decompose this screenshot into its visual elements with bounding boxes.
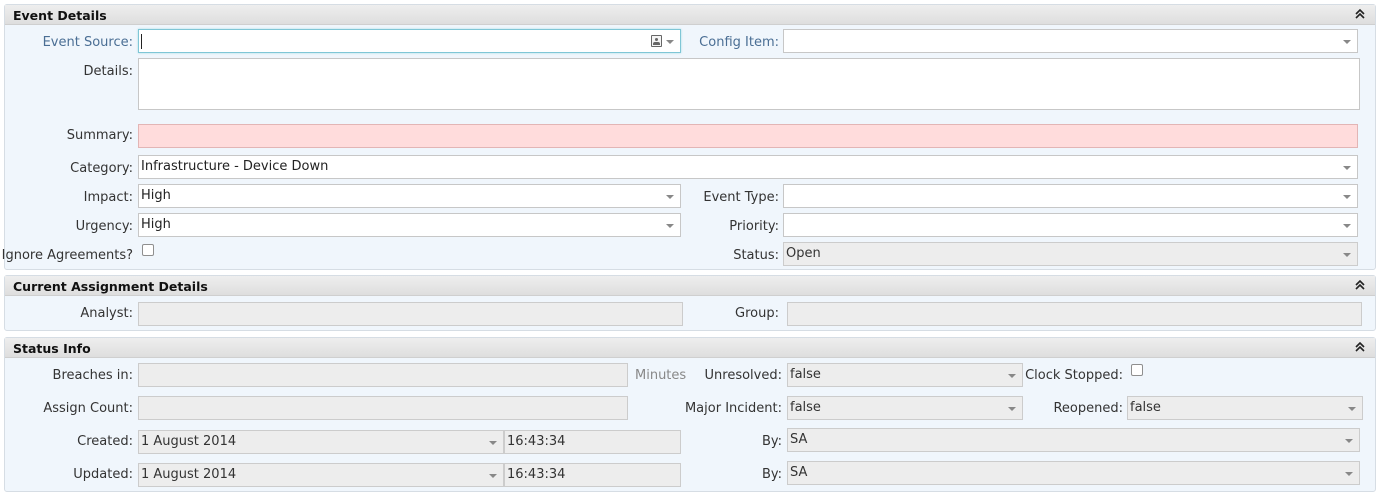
chevron-down-icon[interactable] [1343, 166, 1351, 170]
created-by-dropdown[interactable]: SA [787, 428, 1360, 452]
chevron-down-icon[interactable] [1345, 439, 1353, 443]
unresolved-value: false [790, 367, 821, 382]
chevron-down-icon[interactable] [1343, 253, 1351, 257]
created-date-value: 1 August 2014 [141, 434, 237, 449]
chevron-down-icon[interactable] [666, 195, 674, 199]
summary-input[interactable] [138, 124, 1358, 148]
breaches-in-label: Breaches in: [52, 368, 133, 383]
assign-count-input[interactable] [138, 396, 628, 420]
chevron-down-icon[interactable] [666, 40, 674, 44]
major-incident-label: Major Incident: [684, 401, 782, 416]
impact-dropdown[interactable]: High [138, 184, 681, 208]
status-label: Status: [733, 248, 779, 263]
created-by-label: By: [761, 434, 782, 449]
text-cursor [141, 34, 142, 49]
assignment-title: Current Assignment Details [13, 279, 208, 294]
event-details-header[interactable]: Event Details [5, 5, 1375, 25]
status-info-panel: Status Info Breaches in: Minutes Unresol… [4, 337, 1376, 492]
reopened-value: false [1130, 400, 1161, 415]
created-date-dropdown[interactable]: 1 August 2014 [138, 430, 504, 454]
status-info-title: Status Info [13, 341, 91, 356]
assign-count-label: Assign Count: [43, 401, 133, 416]
category-value: Infrastructure - Device Down [141, 159, 329, 174]
category-dropdown[interactable]: Infrastructure - Device Down [138, 155, 1358, 179]
event-type-dropdown[interactable] [783, 184, 1358, 208]
chevron-down-icon[interactable] [489, 474, 497, 478]
status-info-header[interactable]: Status Info [5, 338, 1375, 358]
urgency-value: High [141, 217, 171, 232]
chevron-down-icon[interactable] [1348, 407, 1356, 411]
breaches-unit: Minutes [635, 368, 687, 383]
event-type-label: Event Type: [703, 190, 779, 205]
chevron-down-icon[interactable] [666, 224, 674, 228]
status-value: Open [786, 246, 821, 261]
priority-label: Priority: [729, 219, 779, 234]
reopened-label: Reopened: [1053, 401, 1123, 416]
event-details-panel: Event Details Event Source: Config Item:… [1, 4, 1376, 270]
summary-label: Summary: [66, 128, 133, 143]
event-source-label: Event Source: [42, 35, 133, 50]
ignore-agreements-label: Ignore Agreements? [1, 248, 133, 263]
impact-value: High [141, 188, 171, 203]
impact-label: Impact: [83, 190, 133, 205]
created-by-value: SA [790, 432, 808, 447]
unresolved-dropdown[interactable]: false [787, 363, 1023, 387]
unresolved-label: Unresolved: [704, 368, 782, 383]
major-incident-value: false [790, 400, 821, 415]
details-textarea[interactable] [138, 58, 1360, 110]
collapse-icon[interactable] [1353, 6, 1367, 22]
reopened-dropdown[interactable]: false [1127, 396, 1363, 420]
group-label: Group: [735, 306, 779, 321]
updated-label: Updated: [73, 467, 133, 482]
category-label: Category: [70, 161, 133, 176]
updated-date-dropdown[interactable]: 1 August 2014 [138, 463, 504, 487]
chevron-down-icon[interactable] [1343, 224, 1351, 228]
assignment-header[interactable]: Current Assignment Details [5, 276, 1375, 296]
group-input[interactable] [787, 302, 1362, 326]
urgency-dropdown[interactable]: High [138, 213, 681, 237]
event-details-title: Event Details [13, 8, 107, 23]
priority-dropdown[interactable] [783, 213, 1358, 237]
updated-by-dropdown[interactable]: SA [787, 461, 1360, 485]
analyst-label: Analyst: [80, 306, 133, 321]
ignore-agreements-checkbox[interactable] [142, 244, 154, 256]
analyst-input[interactable] [138, 302, 683, 326]
contact-picker-icon[interactable] [651, 35, 662, 47]
collapse-icon[interactable] [1353, 277, 1367, 293]
major-incident-dropdown[interactable]: false [787, 396, 1023, 420]
updated-date-value: 1 August 2014 [141, 467, 237, 482]
updated-time-input[interactable]: 16:43:34 [504, 463, 681, 487]
clock-stopped-checkbox[interactable] [1131, 364, 1143, 376]
chevron-down-icon[interactable] [1343, 40, 1351, 44]
chevron-down-icon[interactable] [1345, 472, 1353, 476]
created-time-value: 16:43:34 [507, 434, 566, 449]
breaches-in-input[interactable] [138, 363, 628, 387]
assignment-panel: Current Assignment Details Analyst: Grou… [4, 275, 1376, 331]
collapse-icon[interactable] [1353, 339, 1367, 355]
created-label: Created: [77, 434, 133, 449]
status-dropdown[interactable]: Open [783, 242, 1358, 266]
event-source-input[interactable] [138, 29, 681, 53]
created-time-input[interactable]: 16:43:34 [504, 430, 681, 454]
updated-time-value: 16:43:34 [507, 467, 566, 482]
chevron-down-icon[interactable] [1008, 407, 1016, 411]
chevron-down-icon[interactable] [1343, 195, 1351, 199]
chevron-down-icon[interactable] [1008, 374, 1016, 378]
config-item-label: Config Item: [699, 35, 779, 50]
clock-stopped-label: Clock Stopped: [1025, 368, 1123, 383]
config-item-dropdown[interactable] [783, 29, 1358, 53]
updated-by-value: SA [790, 465, 808, 480]
details-label: Details: [83, 64, 133, 79]
chevron-down-icon[interactable] [489, 441, 497, 445]
urgency-label: Urgency: [75, 219, 133, 234]
updated-by-label: By: [761, 467, 782, 482]
